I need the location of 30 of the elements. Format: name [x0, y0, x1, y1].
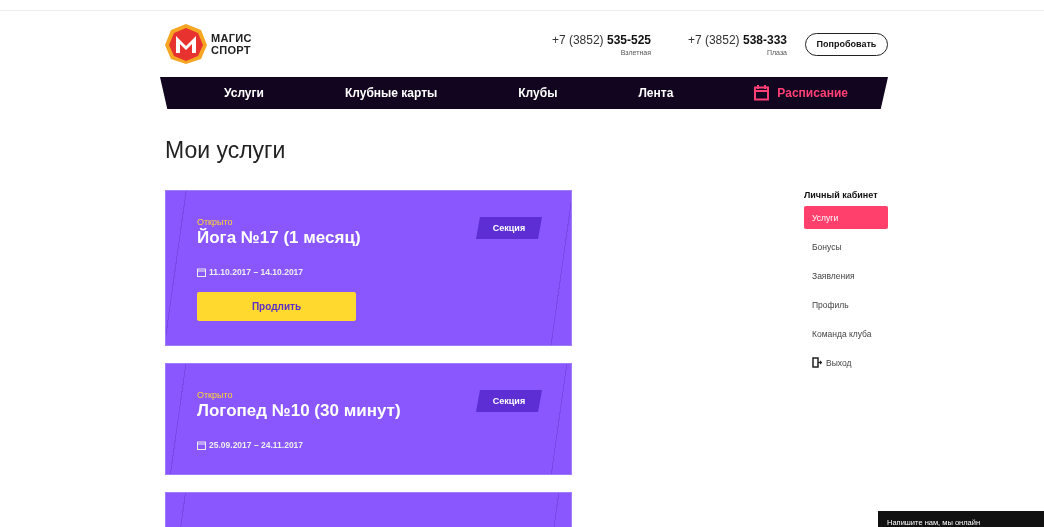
- category-tag: Секция: [476, 217, 542, 239]
- nav-link[interactable]: Клубные карты: [344, 86, 438, 100]
- sidebar-item[interactable]: Команда клуба: [804, 322, 888, 345]
- status-label: Открыто: [197, 390, 233, 400]
- service-title: Логопед №10 (30 минут): [197, 401, 401, 421]
- phone-number: +7 (3852) 535-525: [551, 32, 651, 47]
- extend-button[interactable]: Продлить: [197, 292, 356, 321]
- try-button[interactable]: Попробовать: [805, 32, 888, 56]
- sidebar-title: Личный кабинет: [804, 190, 879, 200]
- calendar-icon: [754, 85, 770, 101]
- logo-icon: [165, 24, 207, 64]
- nav-link[interactable]: Услуги: [224, 86, 264, 100]
- nav-link[interactable]: Лента: [638, 86, 674, 100]
- nav-link[interactable]: Клубы: [518, 86, 558, 100]
- calendar-icon: [197, 440, 206, 450]
- sidebar-item[interactable]: Бонусы: [804, 235, 888, 258]
- service-title: Йога №17 (1 месяц): [197, 228, 361, 248]
- exit-icon: [812, 357, 822, 368]
- sidebar-item[interactable]: Выход: [804, 351, 888, 374]
- phone-number: +7 (3852) 538-333: [687, 32, 787, 47]
- category-tag: Секция: [476, 390, 542, 412]
- date-range: 25.09.2017 – 24.11.2017: [209, 440, 304, 450]
- nav-link[interactable]: Расписание: [754, 85, 848, 101]
- status-label: Открыто: [197, 217, 233, 227]
- page-title: Мои услуги: [165, 137, 287, 164]
- calendar-icon: [197, 267, 206, 277]
- logo-text: МАГИС СПОРТ: [211, 32, 252, 56]
- date-range: 11.10.2017 – 14.10.2017: [209, 267, 304, 277]
- sidebar-item[interactable]: Заявления: [804, 264, 888, 287]
- sidebar-item[interactable]: Профиль: [804, 293, 888, 316]
